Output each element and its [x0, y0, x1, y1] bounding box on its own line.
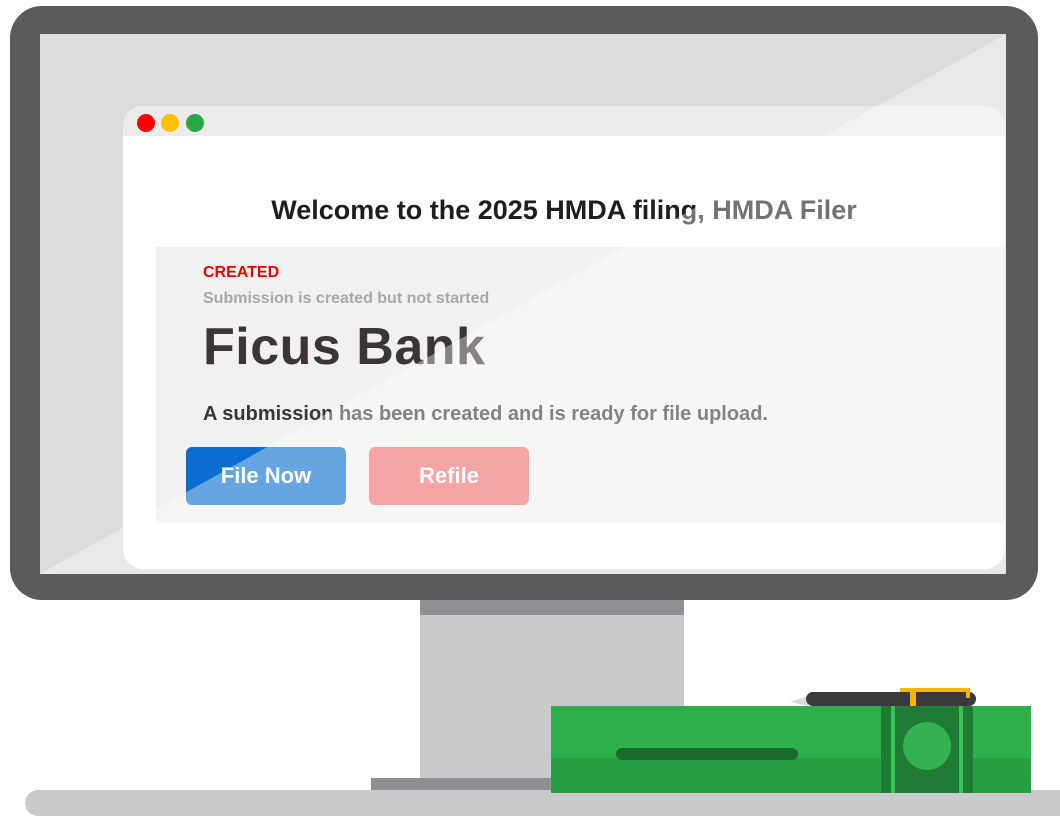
close-dot-icon[interactable] [137, 114, 155, 132]
monitor-screen: Welcome to the 2025 HMDA filing, HMDA Fi… [40, 34, 1006, 574]
submission-message: A submission has been created and is rea… [203, 403, 768, 425]
window-titlebar [123, 106, 1005, 136]
refile-button[interactable]: Refile [369, 447, 529, 505]
desk-surface [25, 790, 1060, 816]
stand-neck-shadow [420, 600, 684, 615]
pen-icon [790, 688, 976, 706]
money-stack-icon [551, 706, 1031, 793]
browser-window: Welcome to the 2025 HMDA filing, HMDA Fi… [123, 106, 1005, 569]
submission-card: CREATED Submission is created but not st… [156, 247, 1005, 523]
maximize-dot-icon[interactable] [186, 114, 204, 132]
file-now-button[interactable]: File Now [186, 447, 346, 505]
status-badge: CREATED [203, 264, 280, 281]
page-title: Welcome to the 2025 HMDA filing, HMDA Fi… [271, 195, 857, 225]
minimize-dot-icon[interactable] [161, 114, 179, 132]
status-description: Submission is created but not started [203, 290, 490, 307]
institution-name: Ficus Bank [203, 318, 486, 376]
